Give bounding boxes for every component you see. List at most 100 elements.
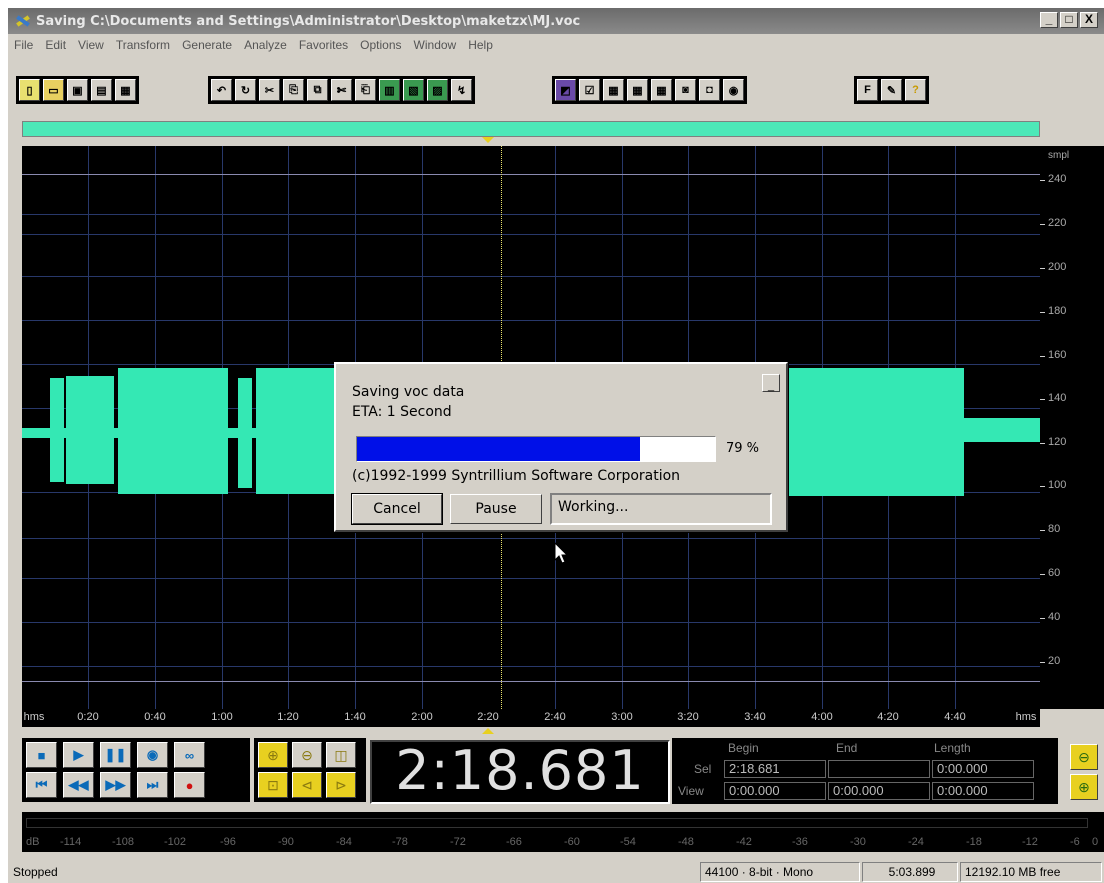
new-file-icon[interactable]: ▯ bbox=[19, 79, 40, 101]
trim-icon[interactable]: ✂ bbox=[259, 79, 280, 101]
file-toolbar-group: ▯ ▭ ▣ ▤ ▦ bbox=[16, 76, 139, 104]
amplitude-unit: smpl bbox=[1048, 150, 1070, 161]
cancel-button[interactable]: Cancel bbox=[351, 493, 443, 525]
cool-edit-window: Saving C:\Documents and Settings\Adminis… bbox=[8, 8, 1104, 883]
zoom-out-icon[interactable]: ⊖ bbox=[292, 742, 322, 768]
toolbar: ▯ ▭ ▣ ▤ ▦ ↶ ↻ ✂ ⎘ ⧉ ✄ ⎗ ▥ ▧ ▨ ↯ ◩ ☑ ▦ ▦ … bbox=[8, 56, 1104, 116]
cd-icon[interactable]: ◉ bbox=[723, 79, 744, 101]
copy-icon[interactable]: ⎘ bbox=[283, 79, 304, 101]
grid-view-icon-3[interactable]: ▦ bbox=[651, 79, 672, 101]
edit-toolbar-group: ↶ ↻ ✂ ⎘ ⧉ ✄ ⎗ ▥ ▧ ▨ ↯ bbox=[208, 76, 475, 104]
dialog-copyright: (c)1992-1999 Syntrillium Software Corpor… bbox=[352, 468, 681, 484]
progress-percent: 79 % bbox=[726, 441, 760, 456]
repeat-icon[interactable]: ↻ bbox=[235, 79, 256, 101]
font-icon[interactable]: F bbox=[857, 79, 878, 101]
record-icon[interactable]: ● bbox=[174, 772, 205, 798]
save-icon[interactable]: ▣ bbox=[67, 79, 88, 101]
save-progress-bar bbox=[356, 436, 716, 462]
dialog-minimize-button[interactable]: _ bbox=[762, 374, 780, 392]
copy-new-icon[interactable]: ⧉ bbox=[307, 79, 328, 101]
pause-button[interactable]: Pause bbox=[450, 494, 542, 524]
pause-icon[interactable]: ❚❚ bbox=[100, 742, 131, 768]
save-progress-fill bbox=[357, 437, 640, 461]
overview-bar[interactable] bbox=[22, 121, 1040, 137]
save-as-icon[interactable]: ▦ bbox=[115, 79, 136, 101]
zoom-left-icon[interactable]: ⊲ bbox=[292, 772, 322, 798]
find-icon[interactable]: ◙ bbox=[675, 79, 696, 101]
grid-view-icon-2[interactable]: ▦ bbox=[627, 79, 648, 101]
rewind-icon[interactable]: ◀◀ bbox=[63, 772, 94, 798]
fast-forward-icon[interactable]: ▶▶ bbox=[100, 772, 131, 798]
zoom-selection-icon[interactable]: ⊡ bbox=[258, 772, 288, 798]
saving-progress-dialog: Saving voc data ETA: 1 Second _ 79 % (c)… bbox=[334, 362, 788, 532]
view-toolbar-group: ◩ ☑ ▦ ▦ ▦ ◙ ◘ ◉ bbox=[552, 76, 747, 104]
play-to-end-icon[interactable]: ◉ bbox=[137, 742, 168, 768]
zoom-in-icon[interactable]: ⊕ bbox=[258, 742, 288, 768]
play-icon[interactable]: ▶ bbox=[63, 742, 94, 768]
menu-bar: File Edit View Transform Generate Analyz… bbox=[8, 34, 1104, 56]
window-title: Saving C:\Documents and Settings\Adminis… bbox=[36, 13, 581, 29]
time-display[interactable]: 2:18.681 bbox=[370, 740, 670, 804]
transport-controls: ■ ▶ ❚❚ ◉ ∞ ⏮ ◀◀ ▶▶ ⏭ ● bbox=[22, 738, 250, 802]
menu-generate[interactable]: Generate bbox=[182, 38, 232, 52]
help-icon[interactable]: ? bbox=[905, 79, 926, 101]
status-format: 44100 · 8-bit · Mono bbox=[700, 862, 860, 882]
checkbox-view-icon[interactable]: ☑ bbox=[579, 79, 600, 101]
cursor-top-marker-icon bbox=[482, 137, 494, 143]
menu-analyze[interactable]: Analyze bbox=[244, 38, 287, 52]
amplitude-ruler: smpl 240 220 200 180 160 140 120 100 80 … bbox=[1040, 146, 1104, 709]
menu-options[interactable]: Options bbox=[360, 38, 401, 52]
menu-window[interactable]: Window bbox=[414, 38, 457, 52]
mix-paste-icon[interactable]: ▧ bbox=[403, 79, 424, 101]
go-to-end-icon[interactable]: ⏭ bbox=[137, 772, 168, 798]
menu-help[interactable]: Help bbox=[468, 38, 493, 52]
time-ruler-end-unit: hms bbox=[1015, 711, 1037, 723]
spectral-view-icon[interactable]: ◩ bbox=[555, 79, 576, 101]
status-duration: 5:03.899 bbox=[862, 862, 958, 882]
zoom-controls: ⊕ ⊖ ◫ ⊡ ⊲ ⊳ bbox=[254, 738, 366, 802]
paste-icon[interactable]: ⎗ bbox=[355, 79, 376, 101]
close-button[interactable]: X bbox=[1080, 12, 1098, 28]
mouse-pointer-icon bbox=[554, 542, 569, 564]
help-toolbar-group: F ✎ ? bbox=[854, 76, 929, 104]
open-folder-icon[interactable]: ▭ bbox=[43, 79, 64, 101]
vertical-zoom-out-icon[interactable]: ⊖ bbox=[1070, 744, 1098, 770]
menu-favorites[interactable]: Favorites bbox=[299, 38, 348, 52]
minimize-button[interactable]: _ bbox=[1040, 12, 1058, 28]
save-all-icon[interactable]: ▤ bbox=[91, 79, 112, 101]
status-bar: Stopped 44100 · 8-bit · Mono 5:03.899 12… bbox=[8, 861, 1104, 883]
loop-icon[interactable]: ∞ bbox=[174, 742, 205, 768]
convert-icon[interactable]: ↯ bbox=[451, 79, 472, 101]
paste-to-icon[interactable]: ▨ bbox=[427, 79, 448, 101]
grid-view-icon-1[interactable]: ▦ bbox=[603, 79, 624, 101]
stop-icon[interactable]: ■ bbox=[26, 742, 57, 768]
menu-file[interactable]: File bbox=[14, 38, 33, 52]
title-bar[interactable]: Saving C:\Documents and Settings\Adminis… bbox=[8, 8, 1104, 34]
status-state: Stopped bbox=[13, 865, 58, 879]
app-icon bbox=[14, 12, 32, 30]
menu-transform[interactable]: Transform bbox=[116, 38, 170, 52]
view-begin-field[interactable]: 0:00.000 bbox=[724, 782, 826, 800]
dialog-status-field: Working... bbox=[550, 493, 772, 525]
time-ruler[interactable]: hms 0:20 0:40 1:00 1:20 1:40 2:00 2:20 2… bbox=[22, 709, 1040, 727]
script-icon[interactable]: ✎ bbox=[881, 79, 902, 101]
vertical-zoom-in-icon[interactable]: ⊕ bbox=[1070, 774, 1098, 800]
zoom-full-icon[interactable]: ◫ bbox=[326, 742, 356, 768]
cursor-bottom-marker-icon bbox=[482, 728, 494, 734]
sel-begin-field[interactable]: 2:18.681 bbox=[724, 760, 826, 778]
view-length-field[interactable]: 0:00.000 bbox=[932, 782, 1034, 800]
level-meter-bar bbox=[26, 818, 1088, 828]
sel-end-field[interactable] bbox=[828, 760, 930, 778]
properties-icon[interactable]: ◘ bbox=[699, 79, 720, 101]
sel-length-field[interactable]: 0:00.000 bbox=[932, 760, 1034, 778]
maximize-button[interactable]: □ bbox=[1060, 12, 1078, 28]
undo-icon[interactable]: ↶ bbox=[211, 79, 232, 101]
menu-view[interactable]: View bbox=[78, 38, 104, 52]
zoom-right-icon[interactable]: ⊳ bbox=[326, 772, 356, 798]
paste-new-icon[interactable]: ▥ bbox=[379, 79, 400, 101]
cut-icon[interactable]: ✄ bbox=[331, 79, 352, 101]
time-ruler-start-unit: hms bbox=[23, 711, 45, 723]
go-to-start-icon[interactable]: ⏮ bbox=[26, 772, 57, 798]
view-end-field[interactable]: 0:00.000 bbox=[828, 782, 930, 800]
menu-edit[interactable]: Edit bbox=[45, 38, 66, 52]
